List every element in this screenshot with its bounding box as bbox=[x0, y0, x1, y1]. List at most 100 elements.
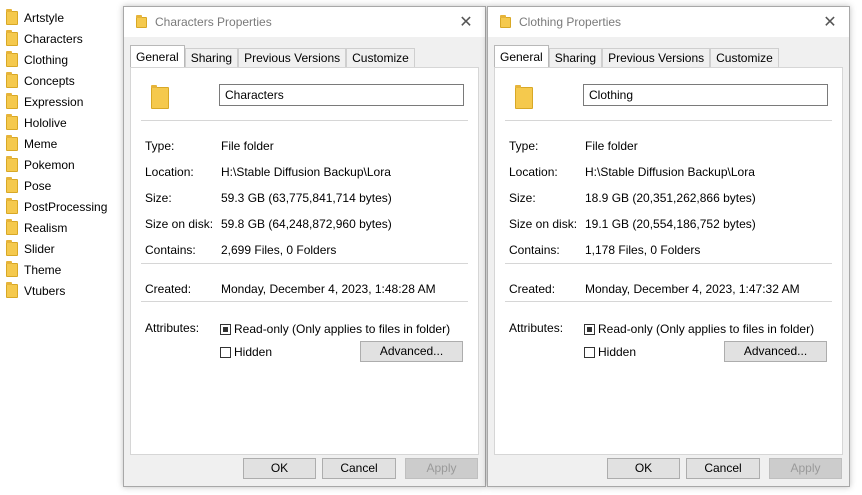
close-icon[interactable]: ✕ bbox=[447, 7, 485, 37]
location-label: Location: bbox=[509, 165, 558, 179]
tab-previous-versions[interactable]: Previous Versions bbox=[602, 48, 711, 68]
sidebar-item-characters[interactable]: Characters bbox=[6, 29, 83, 49]
close-icon[interactable]: ✕ bbox=[811, 7, 849, 37]
type-value: File folder bbox=[221, 139, 274, 153]
hidden-label: Hidden bbox=[234, 345, 273, 359]
ok-button[interactable]: OK bbox=[607, 458, 680, 479]
sidebar-item-label: Vtubers bbox=[24, 284, 66, 298]
created-label: Created: bbox=[145, 282, 192, 296]
sidebar-item-expression[interactable]: Expression bbox=[6, 92, 83, 112]
tab-sharing[interactable]: Sharing bbox=[548, 48, 603, 68]
type-label: Type: bbox=[145, 139, 175, 153]
tab-customize[interactable]: Customize bbox=[346, 48, 415, 68]
created-value: Monday, December 4, 2023, 1:47:32 AM bbox=[585, 282, 800, 296]
divider bbox=[141, 263, 468, 264]
sidebar-item-vtubers[interactable]: Vtubers bbox=[6, 281, 65, 301]
readonly-checkbox[interactable]: Read-only (Only applies to files in fold… bbox=[584, 322, 814, 336]
general-panel: Characters Type: File folder Location: H:\… bbox=[130, 67, 479, 455]
sidebar-item-meme[interactable]: Meme bbox=[6, 134, 57, 154]
checkbox-box[interactable] bbox=[584, 346, 595, 358]
tab-bar: General Sharing Previous Versions Custom… bbox=[130, 45, 415, 68]
created-label: Created: bbox=[509, 282, 556, 296]
cancel-button[interactable]: Cancel bbox=[686, 458, 760, 479]
attributes-label: Attributes: bbox=[145, 321, 200, 335]
checkbox-box[interactable] bbox=[220, 346, 231, 358]
sidebar-item-postprocessing[interactable]: PostProcessing bbox=[6, 197, 107, 217]
folder-icon bbox=[6, 30, 18, 46]
tab-previous-versions[interactable]: Previous Versions bbox=[238, 48, 347, 68]
created-value: Monday, December 4, 2023, 1:48:28 AM bbox=[221, 282, 436, 296]
size-on-disk-label: Size on disk: bbox=[509, 217, 578, 231]
folder-list: Artstyle Characters Clothing Concepts Ex… bbox=[0, 0, 122, 495]
sidebar-item-label: PostProcessing bbox=[24, 200, 108, 214]
contains-label: Contains: bbox=[509, 243, 560, 257]
sidebar-item-label: Meme bbox=[24, 137, 58, 151]
sidebar-item-theme[interactable]: Theme bbox=[6, 260, 61, 280]
size-label: Size: bbox=[509, 191, 536, 205]
attributes-label: Attributes: bbox=[509, 321, 564, 335]
size-on-disk-label: Size on disk: bbox=[145, 217, 214, 231]
tab-general[interactable]: General bbox=[130, 45, 185, 68]
folder-icon bbox=[6, 240, 18, 256]
tab-general[interactable]: General bbox=[494, 45, 549, 68]
dialog-title: Clothing Properties bbox=[519, 15, 622, 29]
size-on-disk-value: 19.1 GB (20,554,186,752 bytes) bbox=[585, 217, 756, 231]
sidebar-item-pokemon[interactable]: Pokemon bbox=[6, 155, 75, 175]
clothing-properties-dialog: Clothing Properties ✕ General Sharing Pr… bbox=[487, 6, 850, 487]
sidebar-item-pose[interactable]: Pose bbox=[6, 176, 51, 196]
folder-icon bbox=[6, 261, 18, 277]
tab-customize[interactable]: Customize bbox=[710, 48, 779, 68]
folder-icon bbox=[6, 177, 18, 193]
folder-icon bbox=[6, 114, 18, 130]
advanced-button[interactable]: Advanced... bbox=[724, 341, 827, 362]
title-bar[interactable]: Characters Properties ✕ bbox=[124, 7, 485, 37]
sidebar-item-slider[interactable]: Slider bbox=[6, 239, 55, 259]
folder-icon bbox=[151, 84, 169, 109]
apply-button[interactable]: Apply bbox=[405, 458, 478, 479]
sidebar-item-label: Realism bbox=[24, 221, 68, 235]
folder-name-input[interactable]: Clothing bbox=[583, 84, 828, 106]
divider bbox=[141, 120, 468, 121]
type-value: File folder bbox=[585, 139, 638, 153]
size-value: 18.9 GB (20,351,262,866 bytes) bbox=[585, 191, 756, 205]
sidebar-item-label: Pose bbox=[24, 179, 52, 193]
checkbox-box[interactable] bbox=[220, 323, 231, 335]
general-panel: Clothing Type: File folder Location: H:\St… bbox=[494, 67, 843, 455]
sidebar-item-clothing[interactable]: Clothing bbox=[6, 50, 68, 70]
divider bbox=[505, 120, 832, 121]
contains-label: Contains: bbox=[145, 243, 196, 257]
readonly-checkbox[interactable]: Read-only (Only applies to files in fold… bbox=[220, 322, 450, 336]
folder-icon bbox=[6, 198, 18, 214]
sidebar-item-label: Expression bbox=[24, 95, 84, 109]
sidebar-item-concepts[interactable]: Concepts bbox=[6, 71, 75, 91]
hidden-label: Hidden bbox=[598, 345, 637, 359]
folder-icon bbox=[6, 156, 18, 172]
location-value: H:\Stable Diffusion Backup\Lora bbox=[585, 165, 755, 179]
characters-properties-dialog: Characters Properties ✕ General Sharing … bbox=[123, 6, 486, 487]
sidebar-item-realism[interactable]: Realism bbox=[6, 218, 67, 238]
size-label: Size: bbox=[145, 191, 172, 205]
divider bbox=[505, 263, 832, 264]
hidden-checkbox[interactable]: Hidden bbox=[220, 345, 272, 359]
apply-button[interactable]: Apply bbox=[769, 458, 842, 479]
checkbox-box[interactable] bbox=[584, 323, 595, 335]
size-on-disk-value: 59.8 GB (64,248,872,960 bytes) bbox=[221, 217, 392, 231]
sidebar-item-hololive[interactable]: Hololive bbox=[6, 113, 67, 133]
advanced-button[interactable]: Advanced... bbox=[360, 341, 463, 362]
tab-sharing[interactable]: Sharing bbox=[184, 48, 239, 68]
sidebar-item-artstyle[interactable]: Artstyle bbox=[6, 8, 64, 28]
cancel-button[interactable]: Cancel bbox=[322, 458, 396, 479]
hidden-checkbox[interactable]: Hidden bbox=[584, 345, 636, 359]
folder-icon bbox=[6, 51, 18, 67]
title-bar[interactable]: Clothing Properties ✕ bbox=[488, 7, 849, 37]
size-value: 59.3 GB (63,775,841,714 bytes) bbox=[221, 191, 392, 205]
readonly-label: Read-only (Only applies to files in fold… bbox=[234, 322, 451, 336]
sidebar-item-label: Hololive bbox=[24, 116, 67, 130]
folder-icon bbox=[6, 9, 18, 25]
sidebar-item-label: Theme bbox=[24, 263, 62, 277]
folder-name-input[interactable]: Characters bbox=[219, 84, 464, 106]
folder-icon bbox=[6, 93, 18, 109]
ok-button[interactable]: OK bbox=[243, 458, 316, 479]
divider bbox=[141, 301, 468, 302]
tab-bar: General Sharing Previous Versions Custom… bbox=[494, 45, 779, 68]
